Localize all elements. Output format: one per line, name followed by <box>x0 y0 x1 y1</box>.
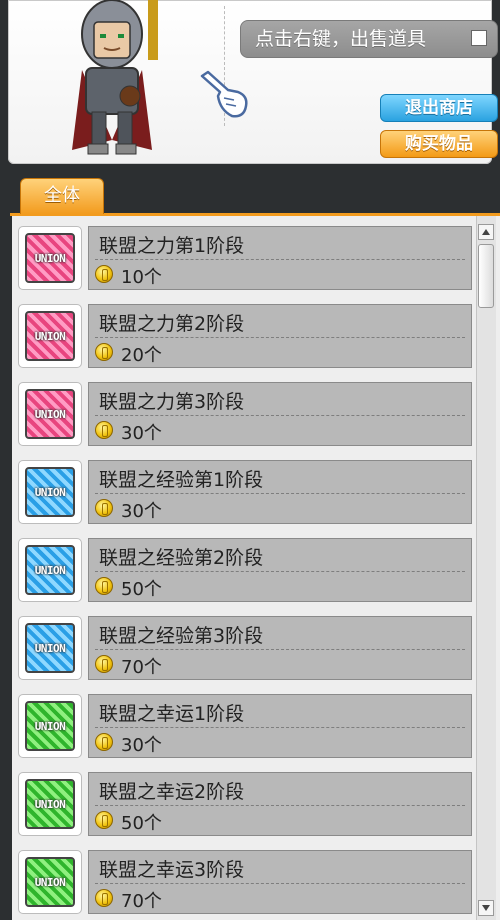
coin-icon <box>95 811 113 829</box>
item-separator <box>95 493 465 494</box>
item-name: 联盟之经验第3阶段 <box>99 625 264 647</box>
item-info-box[interactable]: 联盟之力第2阶段 20个 <box>88 304 472 368</box>
list-item[interactable]: UNION 联盟之力第1阶段 10个 <box>18 222 482 290</box>
item-name: 联盟之经验第1阶段 <box>99 469 264 491</box>
union-icon-label: UNION <box>34 564 66 577</box>
item-separator <box>95 883 465 884</box>
sell-hint-text: 点击右键，出售道具 <box>255 28 427 50</box>
union-pink-icon: UNION <box>25 311 75 361</box>
item-name: 联盟之力第3阶段 <box>99 391 245 413</box>
item-name: 联盟之幸运2阶段 <box>99 781 245 803</box>
list-item[interactable]: UNION 联盟之力第2阶段 20个 <box>18 300 482 368</box>
coin-icon <box>95 577 113 595</box>
coin-icon <box>95 655 113 673</box>
item-info-box[interactable]: 联盟之经验第2阶段 50个 <box>88 538 472 602</box>
union-icon-label: UNION <box>34 876 66 889</box>
list-item[interactable]: UNION 联盟之经验第2阶段 50个 <box>18 534 482 602</box>
scroll-thumb[interactable] <box>478 244 494 308</box>
list-item[interactable]: UNION 联盟之幸运2阶段 50个 <box>18 768 482 836</box>
item-icon-frame[interactable]: UNION <box>18 616 82 680</box>
union-blue-icon: UNION <box>25 623 75 673</box>
item-separator <box>95 415 465 416</box>
item-info-box[interactable]: 联盟之幸运1阶段 30个 <box>88 694 472 758</box>
buy-items-button[interactable]: 购买物品 <box>380 130 498 158</box>
scroll-up-arrow-icon[interactable] <box>478 224 494 240</box>
coin-icon <box>95 499 113 517</box>
shop-npc-knight-icon <box>72 0 158 155</box>
item-price: 70个 <box>121 891 162 912</box>
item-separator <box>95 259 465 260</box>
item-separator <box>95 649 465 650</box>
item-icon-frame[interactable]: UNION <box>18 304 82 368</box>
union-icon-label: UNION <box>34 720 66 733</box>
union-icon-label: UNION <box>34 330 66 343</box>
item-info-box[interactable]: 联盟之力第1阶段 10个 <box>88 226 472 290</box>
union-icon-label: UNION <box>34 486 66 499</box>
item-icon-frame[interactable]: UNION <box>18 226 82 290</box>
item-info-box[interactable]: 联盟之幸运2阶段 50个 <box>88 772 472 836</box>
item-separator <box>95 337 465 338</box>
union-pink-icon: UNION <box>25 233 75 283</box>
coin-icon <box>95 343 113 361</box>
item-name: 联盟之力第2阶段 <box>99 313 245 335</box>
item-icon-frame[interactable]: UNION <box>18 382 82 446</box>
union-pink-icon: UNION <box>25 389 75 439</box>
union-icon-label: UNION <box>34 252 66 265</box>
item-price: 30个 <box>121 423 162 444</box>
list-scrollbar[interactable] <box>476 216 496 920</box>
shop-window: 点击右键，出售道具 退出商店 购买物品 全体 UNION 联盟之力第1阶段 10个 U… <box>0 0 500 920</box>
item-price: 50个 <box>121 813 162 834</box>
union-green-icon: UNION <box>25 779 75 829</box>
union-green-icon: UNION <box>25 857 75 907</box>
item-separator <box>95 727 465 728</box>
list-item[interactable]: UNION 联盟之经验第3阶段 70个 <box>18 612 482 680</box>
category-tabbar: 全体 <box>10 176 500 216</box>
item-name: 联盟之幸运1阶段 <box>99 703 245 725</box>
sell-hint-checkbox[interactable] <box>471 30 487 46</box>
item-separator <box>95 571 465 572</box>
exit-shop-button[interactable]: 退出商店 <box>380 94 498 122</box>
sell-hint-bar: 点击右键，出售道具 <box>240 20 498 58</box>
item-info-box[interactable]: 联盟之力第3阶段 30个 <box>88 382 472 446</box>
shop-header: 点击右键，出售道具 退出商店 购买物品 <box>8 0 498 164</box>
tab-all[interactable]: 全体 <box>20 178 104 214</box>
coin-icon <box>95 421 113 439</box>
item-price: 20个 <box>121 345 162 366</box>
item-price: 10个 <box>121 267 162 288</box>
item-price: 30个 <box>121 501 162 522</box>
item-info-box[interactable]: 联盟之幸运3阶段 70个 <box>88 850 472 914</box>
item-price: 70个 <box>121 657 162 678</box>
union-blue-icon: UNION <box>25 545 75 595</box>
pointing-hand-icon <box>200 70 248 118</box>
item-icon-frame[interactable]: UNION <box>18 772 82 836</box>
item-list: UNION 联盟之力第1阶段 10个 UNION 联盟之力第2阶段 20个 UNION 联盟之… <box>12 216 500 920</box>
item-info-box[interactable]: 联盟之经验第3阶段 70个 <box>88 616 472 680</box>
list-item[interactable]: UNION 联盟之幸运1阶段 30个 <box>18 690 482 758</box>
item-name: 联盟之力第1阶段 <box>99 235 245 257</box>
union-icon-label: UNION <box>34 642 66 655</box>
list-item[interactable]: UNION 联盟之经验第1阶段 30个 <box>18 456 482 524</box>
list-item[interactable]: UNION 联盟之力第3阶段 30个 <box>18 378 482 446</box>
coin-icon <box>95 889 113 907</box>
union-icon-label: UNION <box>34 798 66 811</box>
item-icon-frame[interactable]: UNION <box>18 850 82 914</box>
item-info-box[interactable]: 联盟之经验第1阶段 30个 <box>88 460 472 524</box>
coin-icon <box>95 733 113 751</box>
item-separator <box>95 805 465 806</box>
item-price: 30个 <box>121 735 162 756</box>
union-icon-label: UNION <box>34 408 66 421</box>
item-name: 联盟之经验第2阶段 <box>99 547 264 569</box>
union-green-icon: UNION <box>25 701 75 751</box>
coin-icon <box>95 265 113 283</box>
union-blue-icon: UNION <box>25 467 75 517</box>
item-icon-frame[interactable]: UNION <box>18 538 82 602</box>
item-icon-frame[interactable]: UNION <box>18 460 82 524</box>
item-price: 50个 <box>121 579 162 600</box>
item-icon-frame[interactable]: UNION <box>18 694 82 758</box>
item-name: 联盟之幸运3阶段 <box>99 859 245 881</box>
scroll-down-arrow-icon[interactable] <box>478 900 494 916</box>
list-item[interactable]: UNION 联盟之幸运3阶段 70个 <box>18 846 482 914</box>
